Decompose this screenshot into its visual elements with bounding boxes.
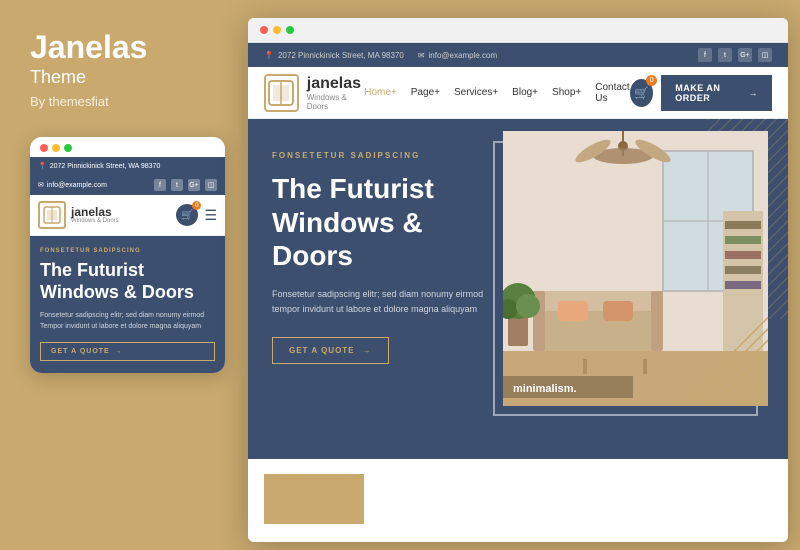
- desktop-bottom-section: [248, 459, 788, 539]
- desktop-logo-icon: [264, 74, 299, 112]
- mobile-email: ✉ info@example.com: [38, 181, 107, 189]
- location-icon: 📍: [38, 162, 47, 170]
- mobile-nav-right: 🛒 0 ☰: [176, 204, 217, 226]
- desktop-chrome-bar: [248, 18, 788, 43]
- desktop-logo-text: janelas: [307, 75, 365, 93]
- hero-cta-button[interactable]: GET A QUOTE →: [272, 337, 389, 364]
- desktop-top-info-bar: 📍 2072 Pinnickinick Street, MA 98370 ✉ i…: [248, 43, 788, 67]
- desktop-dot-yellow: [273, 26, 281, 34]
- mobile-logo-icon: [38, 201, 66, 229]
- mobile-section-label: FONSETETUR SADIPSCING: [40, 248, 215, 254]
- mobile-logo: janelas Windows & Doors: [38, 201, 119, 229]
- desktop-googleplus-icon[interactable]: G+: [738, 48, 752, 62]
- mobile-chrome-bar: [30, 137, 225, 157]
- mobile-logo-sub: Windows & Doors: [71, 218, 119, 224]
- hero-left: FONSETETUR SADIPSCING The Futurist Windo…: [248, 119, 529, 459]
- facebook-icon: f: [154, 179, 166, 191]
- mobile-logo-text: janelas: [71, 206, 119, 218]
- instagram-icon: ◫: [205, 179, 217, 191]
- cart-icon: 🛒: [634, 86, 649, 100]
- desktop-address: 📍 2072 Pinnickinick Street, MA 98370: [264, 51, 404, 60]
- dot-red: [40, 144, 48, 152]
- desktop-info-left: 📍 2072 Pinnickinick Street, MA 98370 ✉ i…: [264, 51, 497, 60]
- mobile-cart-button[interactable]: 🛒 0: [176, 204, 198, 226]
- hero-section-label: FONSETETUR SADIPSCING: [272, 151, 505, 160]
- brand-subtitle: Theme: [30, 67, 86, 88]
- desktop-dot-green: [286, 26, 294, 34]
- mobile-nav: janelas Windows & Doors 🛒 0 ☰: [30, 195, 225, 236]
- cart-badge: 0: [192, 201, 201, 210]
- twitter-icon: t: [171, 179, 183, 191]
- desktop-facebook-icon[interactable]: f: [698, 48, 712, 62]
- location-icon: 📍: [264, 51, 274, 60]
- left-panel: Janelas Theme By themesfiat 📍 2072 Pinni…: [0, 0, 245, 550]
- desktop-logo: janelas Windows & Doors: [264, 74, 364, 112]
- mobile-info-bar: 📍 2072 Pinnickinick Street, WA 98370: [30, 157, 225, 175]
- hero-desc: Fonsetetur sadipscing elitr; sed diam no…: [272, 287, 505, 318]
- desktop-cta-button[interactable]: MAKE AN ORDER →: [661, 75, 772, 111]
- email-icon: ✉: [38, 181, 44, 189]
- arrow-icon: →: [749, 88, 759, 98]
- desktop-mockup: 📍 2072 Pinnickinick Street, MA 98370 ✉ i…: [248, 18, 788, 542]
- desktop-twitter-icon[interactable]: t: [718, 48, 732, 62]
- cta-arrow-icon: →: [363, 346, 372, 355]
- desktop-nav-menu: Home+ Page+ Services+ Blog+ Shop+ Contac…: [364, 82, 629, 104]
- desktop-cart-button[interactable]: 🛒 0: [630, 79, 654, 107]
- nav-services[interactable]: Services+: [454, 87, 498, 98]
- desktop-logo-sub: Windows & Doors: [307, 93, 365, 111]
- brand-title: Janelas: [30, 30, 147, 65]
- mobile-hero-text: Fonsetetur sadipscing elitr; sed diam no…: [40, 311, 215, 332]
- dot-yellow: [52, 144, 60, 152]
- dot-green: [64, 144, 72, 152]
- cart-icon: 🛒: [181, 210, 193, 221]
- mobile-contact-bar: ✉ info@example.com f t G+ ◫: [30, 175, 225, 195]
- desktop-social-icons: f t G+ ◫: [698, 48, 772, 62]
- mobile-mockup: 📍 2072 Pinnickinick Street, WA 98370 ✉ i…: [30, 137, 225, 373]
- arrow-icon: →: [115, 348, 123, 355]
- mobile-hero: FONSETETUR SADIPSCING The Futurist Windo…: [30, 236, 225, 373]
- hamburger-icon[interactable]: ☰: [204, 207, 217, 224]
- mobile-cta-button[interactable]: GET A QUOTE →: [40, 342, 215, 361]
- nav-blog[interactable]: Blog+: [512, 87, 538, 98]
- nav-contact[interactable]: Contact Us: [595, 82, 629, 104]
- hero-room-image: minimalism.: [503, 131, 768, 406]
- googleplus-icon: G+: [188, 179, 200, 191]
- bottom-tan-block: [264, 474, 364, 524]
- nav-shop[interactable]: Shop+: [552, 87, 581, 98]
- email-icon: ✉: [418, 51, 425, 60]
- mobile-address: 📍 2072 Pinnickinick Street, WA 98370: [38, 162, 160, 170]
- mobile-hero-title: The Futurist Windows & Doors: [40, 260, 215, 303]
- desktop-email: ✉ info@example.com: [418, 51, 497, 60]
- mobile-social-icons: f t G+ ◫: [154, 179, 217, 191]
- hero-title: The Futurist Windows & Doors: [272, 172, 505, 273]
- svg-text:minimalism.: minimalism.: [513, 383, 577, 395]
- desktop-dot-red: [260, 26, 268, 34]
- hero-image-area: minimalism.: [503, 131, 768, 406]
- nav-home[interactable]: Home+: [364, 87, 397, 98]
- brand-by: By themesfiat: [30, 94, 109, 109]
- desktop-instagram-icon[interactable]: ◫: [758, 48, 772, 62]
- desktop-hero: FONSETETUR SADIPSCING The Futurist Windo…: [248, 119, 788, 459]
- desktop-nav: janelas Windows & Doors Home+ Page+ Serv…: [248, 67, 788, 119]
- desktop-cart-badge: 0: [646, 75, 657, 86]
- nav-page[interactable]: Page+: [411, 87, 440, 98]
